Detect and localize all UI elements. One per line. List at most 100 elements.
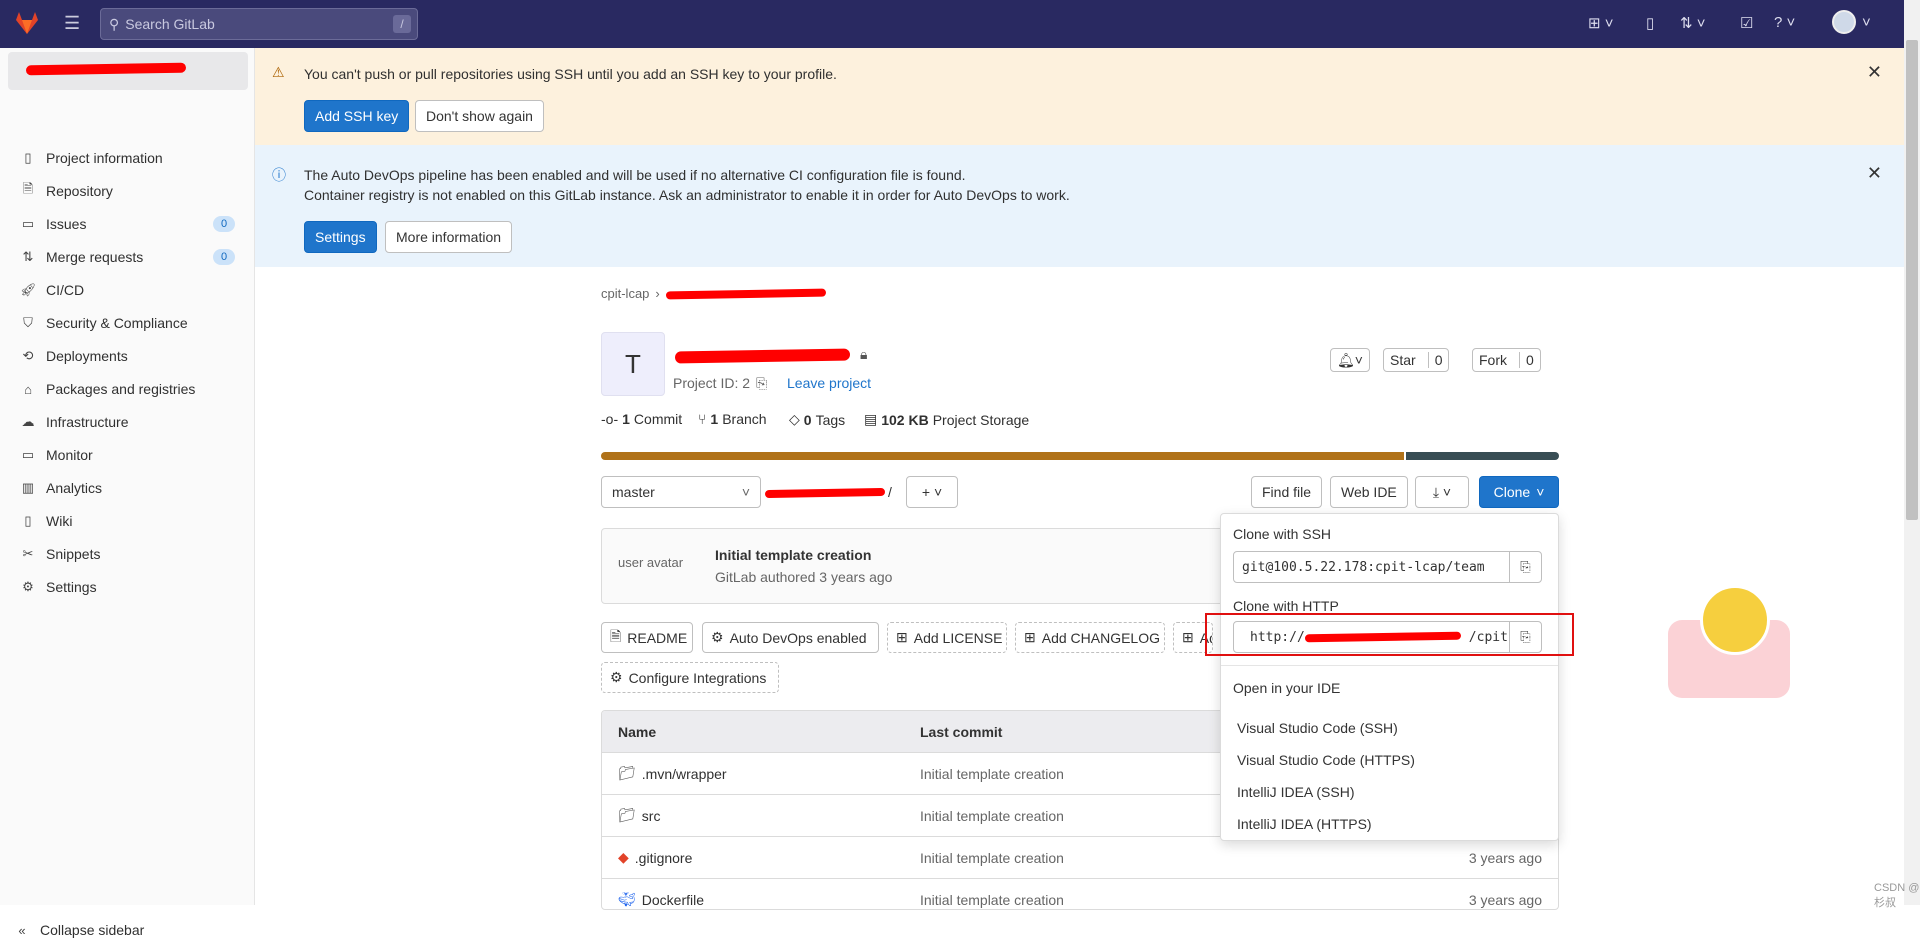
download-icon: ⤓ ˅ [1432,483,1452,500]
more-information-button[interactable]: More information [385,221,513,253]
collapse-sidebar-button[interactable]: «Collapse sidebar [14,918,144,942]
open-in-ide-item[interactable]: IntelliJ IDEA (SSH) [1237,784,1354,800]
redacted-project-title [674,348,851,364]
branch-selector[interactable]: master ˅ [601,476,761,508]
leave-project-link[interactable]: Leave project [787,375,871,391]
scrollbar[interactable] [1904,0,1920,905]
quick-action-button[interactable]: 🗎︎ README [601,622,693,653]
todo-icon[interactable]: ☑ [1740,14,1753,32]
deployments-icon: ⟲ [22,348,34,363]
mascot-face [1700,585,1770,655]
merge-requests-icon[interactable]: ⇅ ˅ [1680,14,1706,32]
open-in-ide-item[interactable]: IntelliJ IDEA (HTTPS) [1237,816,1372,832]
sidebar-project-link[interactable] [8,52,248,90]
sidebar-item-monitor[interactable]: ▭ Monitor [20,443,93,467]
clone-button[interactable]: Clone ˅ [1479,476,1559,508]
divider [1221,665,1558,666]
storage-stat[interactable]: ▤ 102 KB Project Storage [864,411,1029,428]
commits-stat[interactable]: -o- 1 Commit [601,411,682,427]
settings-button[interactable]: Settings [304,221,377,253]
quick-action-button[interactable]: ⚙︎ Configure Integrations [601,662,779,693]
sidebar-item-issues[interactable]: ▭ Issues [20,212,87,236]
language-segment [1406,452,1559,460]
table-row[interactable]: 🐳︎ Dockerfile Initial template creation 3 y… [602,879,1558,909]
sidebar-item-snippets[interactable]: ✂︎ Snippets [20,542,101,566]
open-in-ide-item[interactable]: Visual Studio Code (HTTPS) [1237,752,1415,768]
fork-button[interactable]: Fork 0 [1472,348,1541,372]
redacted-path [764,487,886,499]
add-ssh-key-button[interactable]: Add SSH key [304,100,410,132]
sidebar-item-settings[interactable]: ⚙︎ Settings [20,575,96,599]
lock-icon: 🔒︎ [860,346,868,362]
sidebar-item-wiki[interactable]: ▯ Wiki [20,509,72,533]
add-to-tree-button[interactable]: + ˅ [906,476,958,508]
commit-icon: -o- [601,411,619,427]
branches-stat[interactable]: ⑂ 1 Branch [698,411,767,427]
gitlab-logo-icon[interactable] [14,10,40,36]
redacted-breadcrumb [665,288,826,299]
tags-stat[interactable]: ◇ 0 Tags [789,411,845,428]
merge-request-icon: ⇅ [22,249,34,264]
user-avatar[interactable] [1832,10,1856,34]
quick-action-button[interactable]: ⚙︎ Auto DevOps enabled [702,622,879,653]
sidebar-item-analytics[interactable]: ▥ Analytics [20,476,102,500]
gear-icon: ⚙︎ [22,579,34,594]
breadcrumb-group[interactable]: cpit-lcap [601,286,649,301]
sidebar-item-project-information[interactable]: ▯ Project information [20,146,162,170]
issues-icon[interactable]: ▯ [1646,14,1654,32]
folder-icon: 📁︎ [618,807,636,823]
close-icon[interactable]: ✕ [1867,62,1882,83]
table-row[interactable]: ◆ .gitignore Initial template creation 3 ye… [602,837,1558,879]
sidebar-item-packages-and-registries[interactable]: ⌂ Packages and registries [20,377,195,401]
docker-icon: 🐳︎ [618,891,636,907]
sidebar-item-deployments[interactable]: ⟲ Deployments [20,344,128,368]
scissors-icon: ✂︎ [22,546,34,561]
chevron-down-icon[interactable]: ˅ [1862,14,1871,31]
notifications-button[interactable]: 🔔︎˅ [1330,348,1370,372]
search-input[interactable]: ⚲ Search GitLab / [100,8,418,40]
document-icon: 🗎︎ [22,181,34,196]
search-shortcut: / [393,15,411,33]
quick-action-button[interactable]: ⊞ Add CHANGELOG [1015,622,1165,653]
sidebar-item-merge-requests[interactable]: ⇅ Merge requests [20,245,144,269]
search-icon: ⚲ [109,15,120,32]
sidebar-item-infrastructure[interactable]: ☁︎ Infrastructure [20,410,129,434]
menu-icon[interactable]: ☰ [64,14,80,32]
dont-show-again-button[interactable]: Don't show again [415,100,544,132]
copy-icon[interactable]: ⎘ [1509,552,1541,582]
copy-icon[interactable]: ⎘ [756,375,767,392]
highlight-box [1205,613,1574,656]
ssh-url-input[interactable]: git@100.5.22.178:cpit-lcap/team ⎘ [1233,551,1542,583]
find-file-button[interactable]: Find file [1251,476,1323,508]
web-ide-button[interactable]: Web IDE [1330,476,1408,508]
book-icon: ▯ [24,513,32,528]
sidebar-item-repository[interactable]: 🗎︎ Repository [20,179,113,203]
file-name-link[interactable]: .mvn/wrapper [642,766,727,782]
file-name-link[interactable]: Dockerfile [642,892,704,908]
star-button[interactable]: Star 0 [1383,348,1450,372]
open-in-ide-item[interactable]: Visual Studio Code (SSH) [1237,720,1398,736]
help-icon[interactable]: ? ˅ [1774,14,1795,31]
create-new-icon[interactable]: ⊞ ˅ [1588,14,1614,32]
quick-action-button[interactable]: ⊞ Add LICENSE [887,622,1007,653]
file-icon: 🗎︎ [610,627,622,644]
commit-title-link[interactable]: Initial template creation [715,547,871,563]
tag-icon: ◇ [789,411,800,427]
storage-icon: ▤ [864,411,878,427]
chart-icon: ▥ [21,480,35,495]
language-bar [601,452,1559,460]
monitor-icon: ▭ [21,447,35,462]
plus-box-icon: ⊞ [896,629,908,645]
top-navbar: ☰ ⚲ Search GitLab / ⊞ ˅ ▯ ⇅ ˅ ☑ ? ˅ ˅ [0,0,1904,48]
plus-box-icon: ⊞ [1024,629,1036,645]
sidebar: ▯ Project information 🗎︎ Repository ▭ Issues 0… [0,48,255,938]
project-avatar: T [601,332,665,396]
file-name-link[interactable]: src [642,808,661,824]
close-icon[interactable]: ✕ [1867,163,1882,184]
file-name-link[interactable]: .gitignore [635,850,693,866]
sidebar-item-ci-cd[interactable]: 🚀︎ CI/CD [20,278,84,302]
download-button[interactable]: ⤓ ˅ [1415,476,1469,508]
auto-devops-alert: ⓘ The Auto DevOps pipeline has been enab… [255,145,1904,267]
sidebar-item-security-compliance[interactable]: ⛉ Security & Compliance [20,311,188,335]
count-badge: 0 [213,216,235,232]
